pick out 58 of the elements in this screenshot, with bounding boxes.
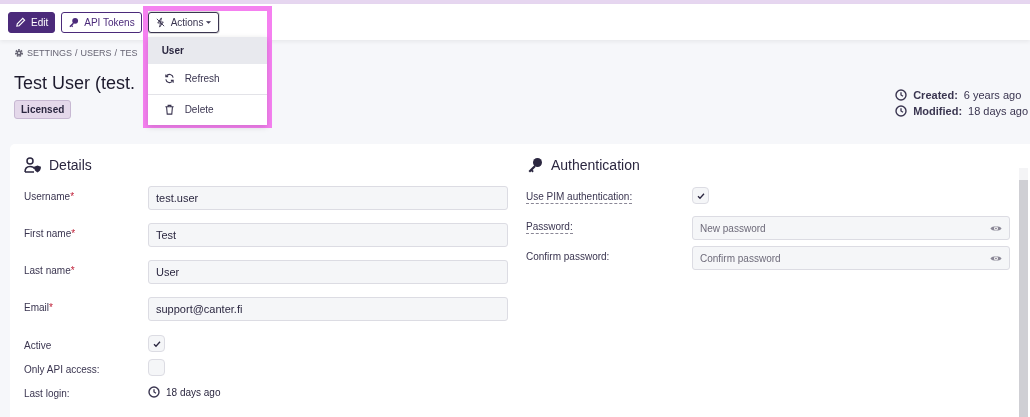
pencil-icon: [15, 16, 26, 28]
check-icon: [151, 338, 162, 349]
api-tokens-button[interactable]: API Tokens: [61, 11, 142, 33]
meta-label: Created:: [913, 89, 958, 101]
breadcrumb-link[interactable]: SETTINGS: [27, 48, 72, 58]
edit-button[interactable]: Edit: [8, 11, 56, 33]
breadcrumb-separator: /: [114, 48, 118, 58]
refresh-icon: [163, 73, 175, 84]
text-field[interactable]: User: [148, 260, 508, 284]
section-title: Authentication: [551, 157, 640, 173]
placeholder-text: New password: [700, 222, 766, 234]
gear-icon: [14, 48, 24, 58]
field-label: Confirm password:: [526, 251, 610, 262]
key-icon: [526, 157, 544, 173]
lightning-off-icon: [154, 16, 166, 28]
trash-icon: [163, 104, 175, 115]
caret-icon: [205, 19, 213, 25]
password-field[interactable]: New password: [692, 216, 1010, 240]
meta-label: Modified:: [913, 105, 963, 117]
user-shield-icon: [24, 157, 42, 173]
clock-icon: [895, 105, 908, 117]
field-label: Password:: [526, 221, 573, 234]
menu-header: User: [147, 36, 267, 64]
clock-icon: [148, 386, 160, 398]
field-label: Last name*: [24, 265, 75, 276]
menu-item[interactable]: Delete: [147, 94, 267, 125]
scrollbar[interactable]: [1019, 168, 1028, 417]
check-icon: [695, 190, 706, 201]
eye-icon[interactable]: [990, 223, 1002, 233]
field-label: Last login:: [24, 388, 70, 399]
licensed-badge: Licensed: [14, 100, 72, 119]
field-label: Active: [24, 340, 52, 351]
field-label: Email*: [24, 302, 53, 313]
checkbox[interactable]: [148, 335, 165, 352]
clock-icon: [895, 89, 908, 101]
meta-value: 18 days ago: [968, 105, 1028, 117]
actions-dropdown-button[interactable]: Actions: [147, 11, 220, 33]
text-field[interactable]: support@canter.fi: [148, 297, 508, 321]
field-label: Only API access:: [24, 364, 100, 375]
text-field[interactable]: Test: [148, 223, 508, 247]
field-label: Username*: [24, 191, 75, 202]
breadcrumb-separator: /: [75, 48, 78, 58]
section-title: Details: [49, 157, 92, 173]
last-login-value: 18 days ago: [166, 386, 221, 398]
key-icon: [68, 16, 80, 28]
placeholder-text: Confirm password: [700, 252, 781, 264]
meta-value: 6 years ago: [963, 89, 1022, 101]
menu-item[interactable]: Refresh: [147, 63, 267, 94]
eye-icon[interactable]: [990, 253, 1002, 263]
field-label: First name*: [24, 228, 76, 239]
page-title: Test User (test.: [14, 73, 137, 94]
password-field[interactable]: Confirm password: [692, 246, 1010, 270]
breadcrumb-link[interactable]: TES: [120, 48, 138, 58]
checkbox[interactable]: [148, 359, 165, 376]
checkbox[interactable]: [692, 187, 709, 204]
field-label: Use PIM authentication:: [526, 191, 633, 204]
breadcrumb-link[interactable]: USERS: [80, 48, 112, 58]
text-field[interactable]: test.user: [148, 186, 508, 210]
